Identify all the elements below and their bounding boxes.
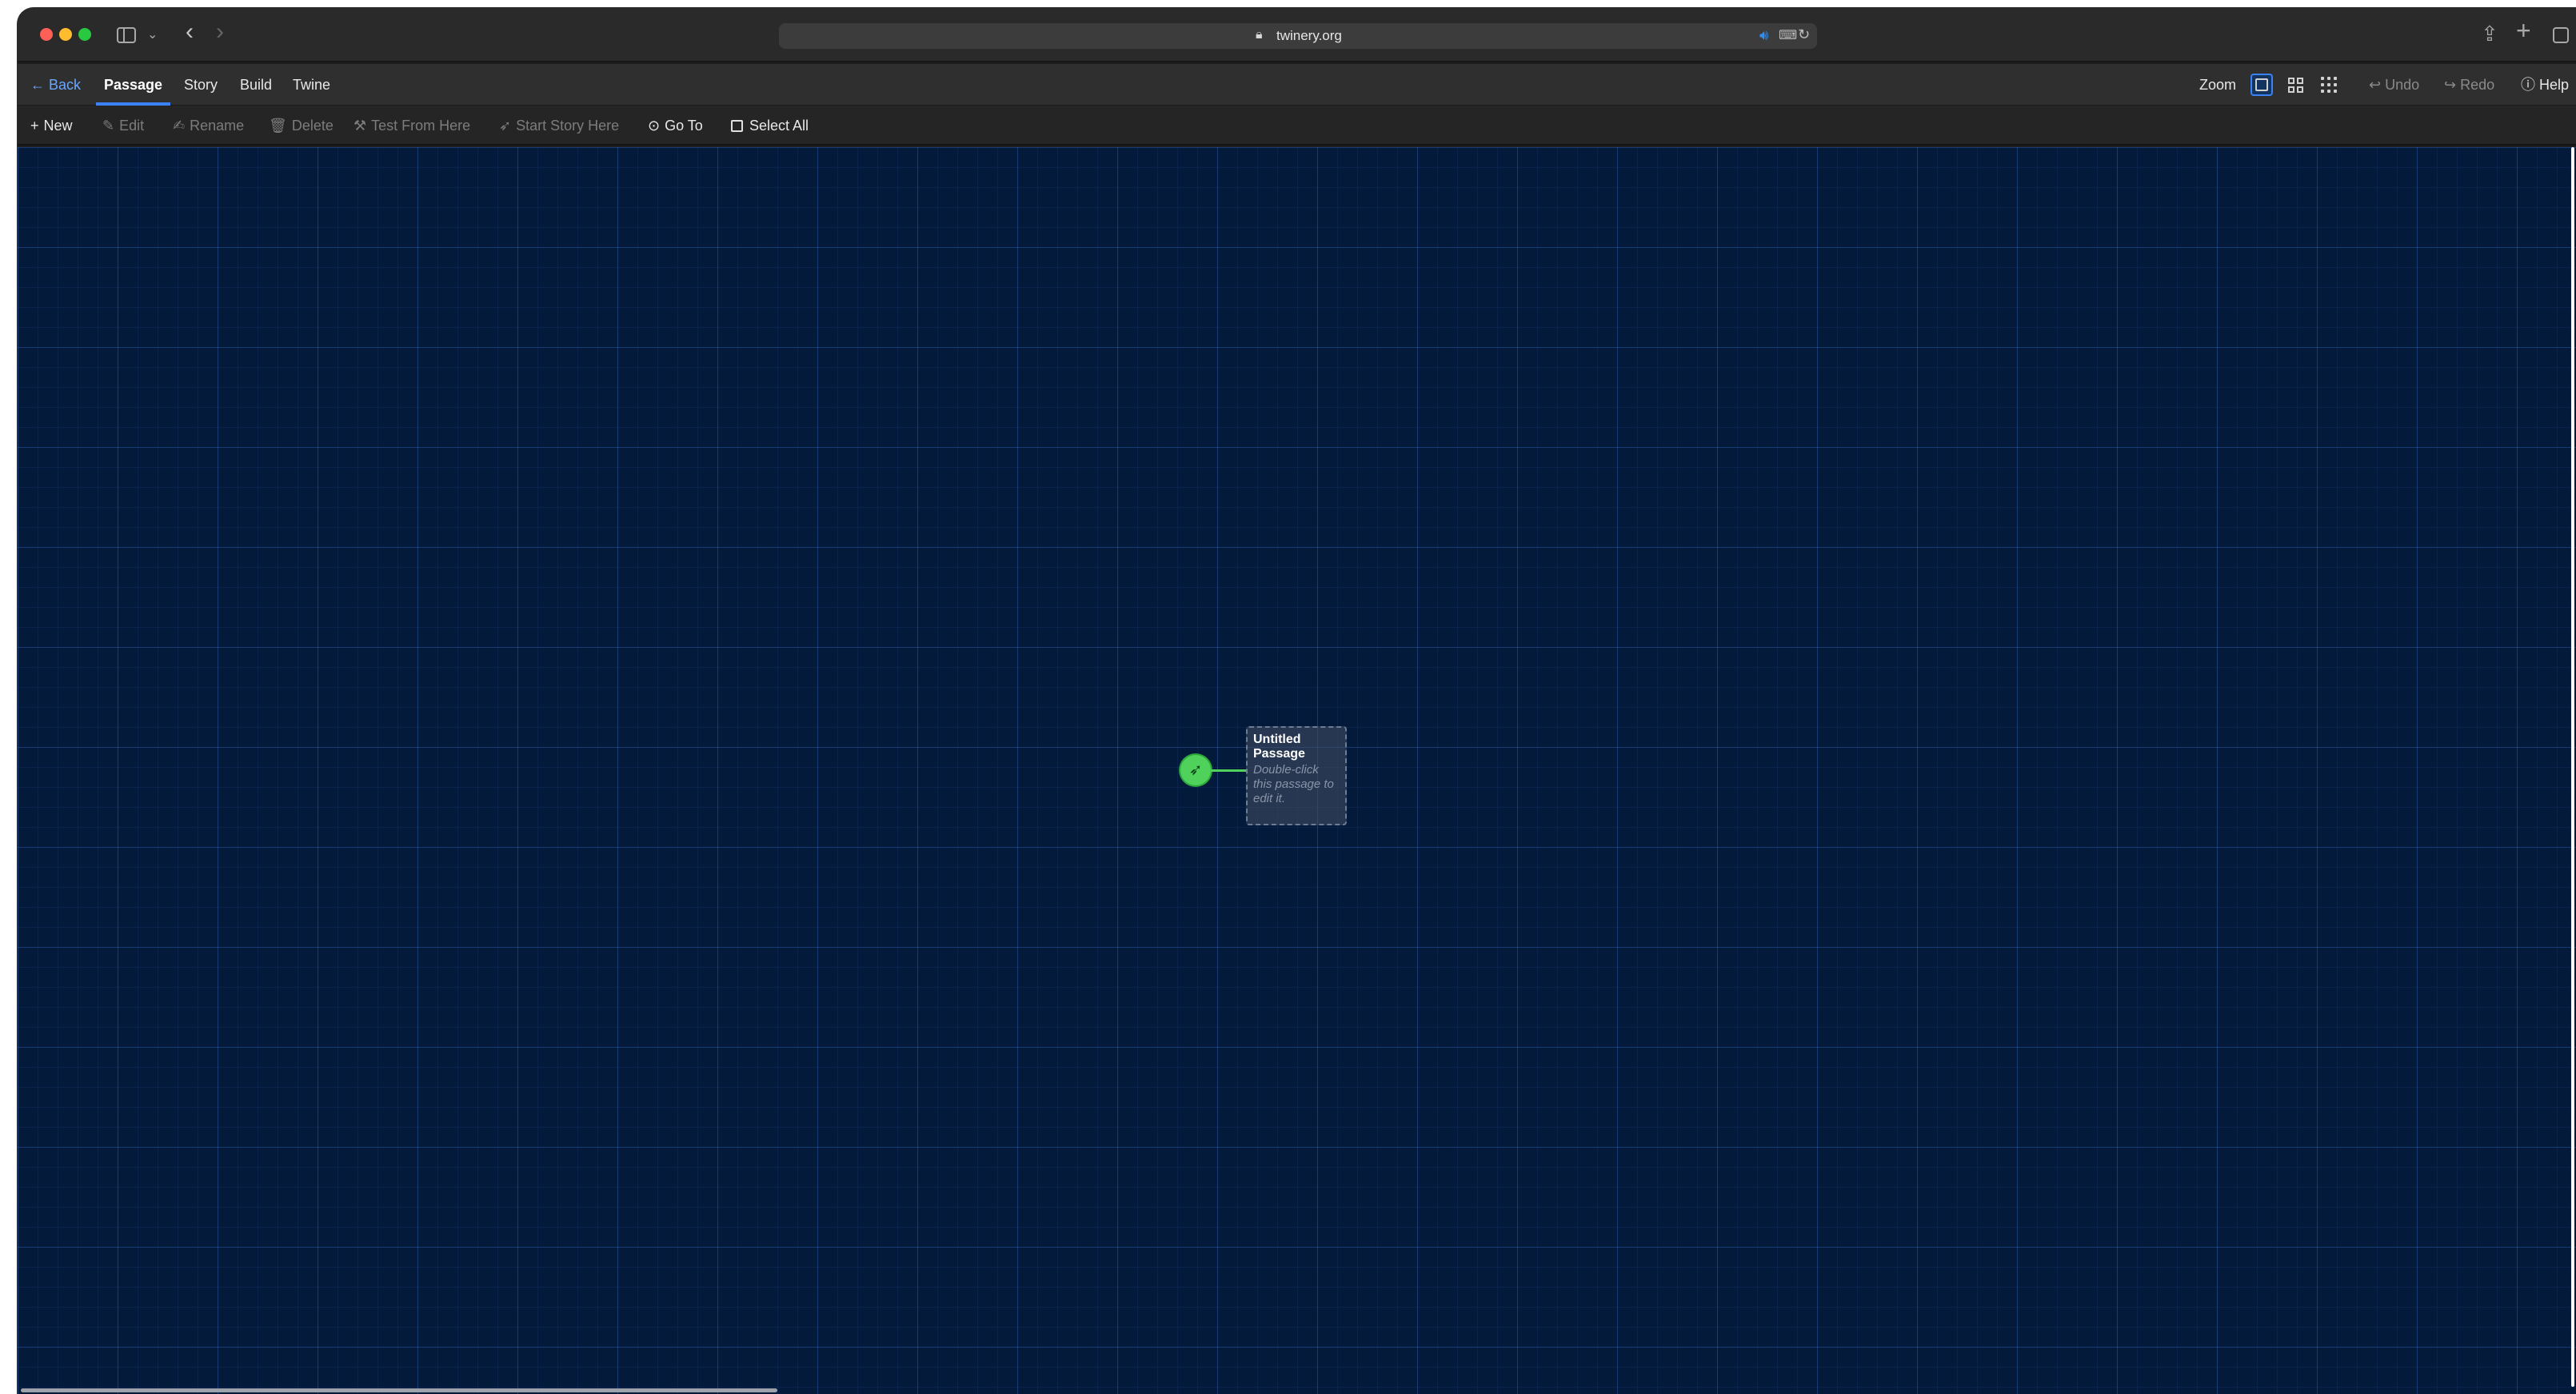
go-to-button[interactable]: ⊙ Go To bbox=[648, 106, 703, 146]
browser-toolbar: ⌄ ‹ › 🔒︎ twinery.org 🔊︎ ⌨ ↻ ⇪ + bbox=[18, 8, 2576, 62]
passage-excerpt: Double-click this passage to edit it. bbox=[1253, 763, 1334, 805]
browser-back-icon[interactable]: ‹ bbox=[186, 20, 194, 44]
target-icon: ⊙ bbox=[648, 118, 661, 134]
close-window-button[interactable] bbox=[40, 28, 53, 41]
zoom-window-button[interactable] bbox=[78, 28, 91, 41]
address-bar[interactable]: 🔒︎ twinery.org 🔊︎ ⌨ ↻ bbox=[779, 23, 1817, 49]
start-connector bbox=[1211, 769, 1246, 772]
checkbox-icon bbox=[731, 120, 743, 132]
back-label: Back bbox=[49, 77, 82, 93]
browser-forward-icon[interactable]: › bbox=[216, 20, 224, 44]
undo-icon: ↩ bbox=[2369, 77, 2382, 93]
zoom-dots-icon bbox=[2321, 77, 2337, 93]
browser-window: ⌄ ‹ › 🔒︎ twinery.org 🔊︎ ⌨ ↻ ⇪ + ← Back P… bbox=[18, 8, 2576, 1394]
start-story-here-button[interactable]: ➶ Start Story Here bbox=[499, 106, 619, 146]
arrow-left-icon: ← bbox=[30, 77, 45, 93]
minimize-window-button[interactable] bbox=[59, 28, 72, 41]
edit-label: Edit bbox=[119, 118, 145, 134]
passage-toolbar: + New ✎ Edit ✍ Rename 🗑︎ Delete ⚒ Test From H… bbox=[18, 106, 2576, 146]
tab-passage[interactable]: Passage bbox=[95, 64, 171, 106]
new-tab-icon[interactable]: + bbox=[2516, 18, 2531, 43]
undo-button[interactable]: ↩ Undo bbox=[2369, 64, 2419, 106]
share-icon[interactable]: ⇪ bbox=[2481, 23, 2498, 44]
delete-passage-button[interactable]: 🗑︎ Delete bbox=[269, 106, 333, 146]
start-story-here-label: Start Story Here bbox=[516, 118, 620, 134]
zoom-single-icon bbox=[2255, 78, 2268, 91]
rocket-icon: ➶ bbox=[499, 118, 512, 134]
zoom-30-button[interactable] bbox=[2318, 74, 2340, 96]
zoom-60-button[interactable] bbox=[2284, 74, 2306, 96]
passage-card[interactable]: Untitled Passage Double-click this passa… bbox=[1246, 726, 1347, 825]
translate-icon[interactable]: ⌨ bbox=[1779, 27, 1797, 43]
help-button[interactable]: ⓘ Help bbox=[2521, 64, 2569, 106]
story-map[interactable]: ➶ Untitled Passage Double-click this pas… bbox=[18, 147, 2576, 1394]
select-all-label: Select All bbox=[749, 118, 809, 134]
plus-icon: + bbox=[30, 118, 39, 134]
trash-icon: 🗑︎ bbox=[269, 118, 287, 134]
undo-label: Undo bbox=[2385, 77, 2420, 93]
pencil-icon: ✎ bbox=[102, 118, 115, 134]
tab-overview-icon[interactable] bbox=[2553, 27, 2569, 43]
signature-icon: ✍ bbox=[173, 118, 186, 134]
new-passage-button[interactable]: + New bbox=[30, 106, 73, 146]
test-from-here-label: Test From Here bbox=[371, 118, 471, 134]
reload-icon[interactable]: ↻ bbox=[1798, 26, 1810, 43]
redo-icon: ↪ bbox=[2444, 77, 2457, 93]
delete-label: Delete bbox=[291, 118, 333, 134]
lock-icon: 🔒︎ bbox=[1256, 28, 1263, 42]
horizontal-scrollbar[interactable] bbox=[21, 1388, 777, 1392]
twine-top-bar: ← Back Passage Story Build Twine Zoom ↩ … bbox=[18, 64, 2576, 106]
edit-passage-button[interactable]: ✎ Edit bbox=[102, 106, 144, 146]
help-label: Help bbox=[2539, 77, 2570, 93]
rename-passage-button[interactable]: ✍ Rename bbox=[173, 106, 244, 146]
tab-twine[interactable]: Twine bbox=[293, 64, 330, 106]
passage-title: Untitled Passage bbox=[1253, 733, 1305, 761]
new-label: New bbox=[43, 118, 73, 134]
redo-button[interactable]: ↪ Redo bbox=[2444, 64, 2494, 106]
test-from-here-button[interactable]: ⚒ Test From Here bbox=[353, 106, 470, 146]
go-to-label: Go To bbox=[665, 118, 703, 134]
tab-story[interactable]: Story bbox=[184, 64, 218, 106]
back-button[interactable]: ← Back bbox=[30, 64, 81, 106]
chevron-down-icon[interactable]: ⌄ bbox=[147, 26, 158, 45]
select-all-button[interactable]: Select All bbox=[731, 106, 809, 146]
zoom-100-button[interactable] bbox=[2251, 74, 2273, 96]
audio-playing-icon[interactable]: 🔊︎ bbox=[1759, 27, 1768, 44]
address-url: twinery.org bbox=[1276, 28, 1342, 43]
rename-label: Rename bbox=[190, 118, 245, 134]
zoom-label: Zoom bbox=[2199, 77, 2237, 93]
tool-icon: ⚒ bbox=[353, 118, 367, 134]
rocket-icon: ➶ bbox=[1180, 755, 1211, 785]
tab-build[interactable]: Build bbox=[240, 64, 272, 106]
vertical-scrollbar[interactable] bbox=[2571, 147, 2574, 1387]
help-icon: ⓘ bbox=[2521, 77, 2535, 93]
redo-label: Redo bbox=[2460, 77, 2495, 93]
sidebar-toggle-icon[interactable] bbox=[117, 27, 136, 43]
zoom-grid-icon bbox=[2287, 77, 2303, 93]
